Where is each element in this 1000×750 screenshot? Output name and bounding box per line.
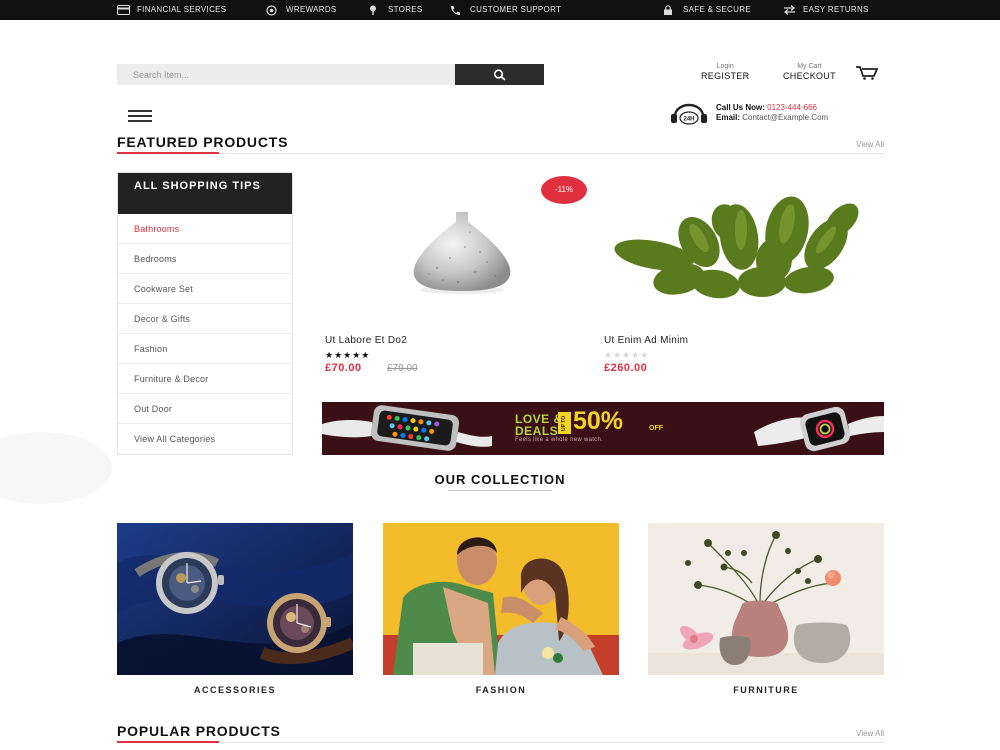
svg-text:24H: 24H <box>683 117 694 123</box>
search-button[interactable] <box>455 64 544 85</box>
stores-link[interactable]: STORES <box>368 0 423 20</box>
collection-label-furniture[interactable]: FURNITURE <box>648 685 884 695</box>
card-icon <box>117 5 130 15</box>
promo-banner[interactable]: LOVE & DEALS UP TO 50% OFF Feels like a … <box>322 402 884 455</box>
discount-badge: -11% <box>541 176 587 204</box>
menu-hamburger-icon[interactable] <box>128 110 152 122</box>
product-rating: ★★★★★ <box>325 350 370 361</box>
smartwatch-right-image <box>754 406 884 452</box>
collection-label-accessories[interactable]: ACCESSORIES <box>117 685 353 695</box>
star-icon: ★★★★★ <box>325 350 371 360</box>
login-register-link[interactable]: Login REGISTER <box>701 62 749 82</box>
cart-label: My Cart <box>797 63 822 70</box>
product-old-price: £79.00 <box>387 363 418 374</box>
categories-sidebar: ALL SHOPPING TIPS Bathrooms Bedrooms Coo… <box>117 172 293 455</box>
safe-secure-label: SAFE & SECURE <box>683 5 751 14</box>
customer-support-label: CUSTOMER SUPPORT <box>470 5 562 14</box>
accessories-image <box>117 523 353 675</box>
product-card[interactable]: Ut Labore Et Do2 ★★★★★ £70.00 £79.00 <box>325 172 605 387</box>
email-address[interactable]: Contact@Example.Com <box>742 113 828 122</box>
financial-services-label: FINANCIAL SERVICES <box>137 5 227 14</box>
category-bedrooms[interactable]: Bedrooms <box>118 244 292 274</box>
returns-arrows-icon <box>784 5 795 15</box>
popular-products-header: POPULAR PRODUCTS View All <box>117 723 884 743</box>
call-label: Call Us Now: <box>716 103 765 112</box>
search-icon <box>493 68 506 81</box>
product-card[interactable]: Ut Enim Ad Minim ★★★★★ £260.00 <box>604 172 884 387</box>
product-image-plant[interactable] <box>604 172 884 322</box>
category-view-all[interactable]: View All Categories <box>118 424 292 454</box>
collection-tile-fashion[interactable] <box>383 523 619 675</box>
category-cookware-set[interactable]: Cookware Set <box>118 274 292 304</box>
banner-upto: UP TO <box>558 412 571 434</box>
top-bar: FINANCIAL SERVICES WREWARDS STORES CUSTO… <box>0 0 1000 20</box>
star-icon: ★★★★★ <box>604 350 650 360</box>
collection-tile-furniture[interactable] <box>648 523 884 675</box>
phone-number[interactable]: 0123-444-666 <box>767 103 817 112</box>
product-name[interactable]: Ut Labore Et Do2 <box>325 335 407 346</box>
category-fashion[interactable]: Fashion <box>118 334 292 364</box>
headset-24h-icon: 24H <box>671 103 707 125</box>
category-furniture-decor[interactable]: Furniture & Decor <box>118 364 292 394</box>
product-rating: ★★★★★ <box>604 350 649 361</box>
furniture-image <box>648 523 884 675</box>
collection-tile-accessories[interactable] <box>117 523 353 675</box>
category-bathrooms[interactable]: Bathrooms <box>118 214 292 244</box>
collection-title: OUR COLLECTION <box>434 472 566 487</box>
checkout-label: CHECKOUT <box>783 71 836 81</box>
store-pin-icon <box>370 5 376 15</box>
background-decoration <box>0 432 112 504</box>
cart-checkout-link[interactable]: My Cart CHECKOUT <box>783 62 836 82</box>
category-out-door[interactable]: Out Door <box>118 394 292 424</box>
featured-view-all-link[interactable]: View All <box>856 140 884 149</box>
collection-divider <box>448 490 552 491</box>
product-name[interactable]: Ut Enim Ad Minim <box>604 335 688 346</box>
banner-tagline: Feels like a whole new watch. <box>515 437 604 443</box>
contact-info: 24H Call Us Now: 0123-444-666 Email: Con… <box>669 102 885 126</box>
cart-icon[interactable] <box>856 66 878 80</box>
rewards-icon <box>266 5 277 16</box>
title-underline <box>117 741 219 743</box>
product-price: £260.00 <box>604 362 648 374</box>
search-input[interactable] <box>117 64 455 85</box>
categories-heading: ALL SHOPPING TIPS <box>118 173 292 214</box>
popular-view-all-link[interactable]: View All <box>856 729 884 738</box>
customer-support-link[interactable]: CUSTOMER SUPPORT <box>450 0 561 20</box>
featured-products-header: FEATURED PRODUCTS View All <box>117 134 884 154</box>
banner-line2: DEALS <box>515 424 559 438</box>
product-price: £70.00 <box>325 362 362 374</box>
safe-secure-link[interactable]: SAFE & SECURE <box>663 0 751 20</box>
login-label: Login <box>716 63 734 70</box>
fashion-image <box>383 523 619 675</box>
phone-icon <box>451 6 460 15</box>
email-label: Email: <box>716 113 741 122</box>
featured-products-title: FEATURED PRODUCTS <box>117 134 289 150</box>
category-decor-gifts[interactable]: Decor & Gifts <box>118 304 292 334</box>
register-label: REGISTER <box>701 71 750 81</box>
collection-label-fashion[interactable]: FASHION <box>383 685 619 695</box>
banner-off: OFF <box>649 425 663 432</box>
title-underline <box>117 152 219 154</box>
financial-services-link[interactable]: FINANCIAL SERVICES <box>117 0 226 20</box>
popular-products-title: POPULAR PRODUCTS <box>117 723 281 739</box>
rewards-link[interactable]: WREWARDS <box>266 0 337 20</box>
lock-icon <box>664 5 672 15</box>
easy-returns-link[interactable]: EASY RETURNS <box>783 0 869 20</box>
banner-percent: 50% <box>573 407 624 435</box>
